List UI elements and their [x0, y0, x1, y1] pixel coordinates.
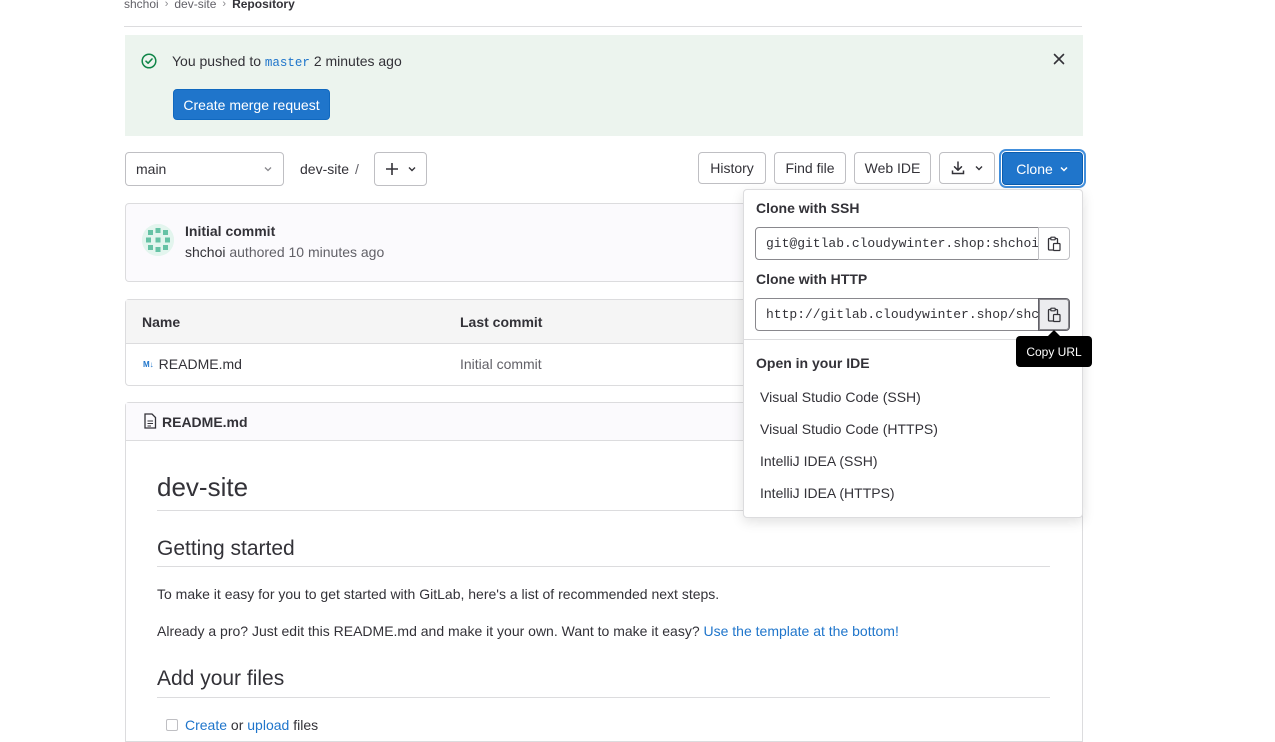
alert-message: You pushed to master 2 minutes ago — [172, 53, 402, 70]
readme-title: dev-site — [157, 472, 249, 502]
breadcrumb-item-current[interactable]: Repository — [232, 0, 295, 11]
task-item: Create or upload files — [185, 717, 318, 733]
clone-button[interactable]: Clone — [1002, 152, 1083, 185]
download-icon — [951, 161, 965, 175]
chevron-down-icon — [1060, 166, 1068, 172]
add-to-tree-dropdown[interactable] — [374, 152, 427, 186]
create-link[interactable]: Create — [185, 717, 227, 733]
ssh-url-input[interactable]: git@gitlab.cloudywinter.shop:shchoi/dev-… — [755, 227, 1039, 260]
push-alert — [125, 35, 1083, 136]
chevron-right-icon: › — [164, 0, 169, 10]
heading-divider — [157, 566, 1050, 567]
create-merge-request-button[interactable]: Create merge request — [173, 89, 330, 120]
history-button[interactable]: History — [698, 152, 766, 184]
heading-divider — [157, 697, 1050, 698]
open-in-ide-label: Open in your IDE — [756, 355, 870, 371]
readme-filename[interactable]: README.md — [162, 414, 248, 430]
clipboard-icon — [1047, 307, 1061, 322]
clone-http-label: Clone with HTTP — [756, 271, 868, 287]
commit-meta: shchoi authored 10 minutes ago — [185, 244, 384, 260]
task-text-or: or — [230, 717, 244, 733]
breadcrumb-divider — [124, 26, 1082, 27]
column-header-name: Name — [142, 314, 181, 330]
commit-meta-text: authored 10 minutes ago — [229, 244, 385, 260]
template-link[interactable]: Use the template at the bottom! — [704, 623, 899, 639]
file-name[interactable]: README.md — [159, 356, 242, 372]
path-root[interactable]: dev-site — [300, 161, 349, 177]
task-text-files: files — [293, 717, 319, 733]
file-last-commit[interactable]: Initial commit — [460, 356, 542, 372]
clone-button-label: Clone — [1016, 160, 1053, 177]
chevron-down-icon — [408, 167, 415, 172]
column-header-last-commit: Last commit — [460, 314, 543, 330]
heading-add-your-files: Add your files — [157, 667, 285, 690]
http-url-input[interactable]: http://gitlab.cloudywinter.shop/shchoi/d… — [755, 298, 1039, 331]
readme-paragraph-text: Already a pro? Just edit this README.md … — [157, 623, 700, 639]
commit-author[interactable]: shchoi — [185, 244, 225, 260]
alert-branch: master — [264, 56, 310, 70]
table-row[interactable]: M↓ README.md — [143, 356, 242, 372]
markdown-icon: M↓ — [143, 359, 154, 369]
chevron-down-icon — [975, 166, 983, 171]
copy-ssh-url-button[interactable] — [1038, 227, 1070, 260]
clone-ssh-label: Clone with SSH — [756, 200, 860, 216]
path-separator: / — [355, 161, 359, 177]
copy-url-tooltip: Copy URL — [1016, 336, 1092, 367]
identicon-icon — [142, 224, 174, 256]
heading-getting-started: Getting started — [157, 537, 295, 560]
readme-paragraph-pro: Already a pro? Just edit this README.md … — [157, 623, 899, 639]
close-icon[interactable] — [1051, 51, 1067, 67]
breadcrumb-item-user[interactable]: shchoi — [124, 0, 159, 11]
ide-item-vscode-ssh[interactable]: Visual Studio Code (SSH) — [760, 389, 921, 405]
task-checkbox[interactable] — [166, 719, 178, 731]
chevron-right-icon: › — [222, 0, 227, 10]
ide-item-vscode-https[interactable]: Visual Studio Code (HTTPS) — [760, 421, 938, 437]
chevron-down-icon — [264, 167, 272, 172]
check-circle-icon — [141, 53, 157, 69]
alert-text-suffix: 2 minutes ago — [313, 53, 402, 69]
ide-item-intellij-https[interactable]: IntelliJ IDEA (HTTPS) — [760, 485, 895, 501]
avatar[interactable] — [142, 224, 174, 256]
find-file-button[interactable]: Find file — [774, 152, 846, 184]
web-ide-button[interactable]: Web IDE — [854, 152, 931, 184]
breadcrumb-item-project[interactable]: dev-site — [174, 0, 216, 11]
alert-text-prefix: You pushed to — [172, 53, 262, 69]
breadcrumb: shchoi › dev-site › Repository — [124, 0, 295, 11]
clipboard-icon — [1047, 236, 1061, 251]
plus-icon — [385, 163, 398, 175]
readme-paragraph: To make it easy for you to get started w… — [157, 586, 720, 602]
commit-title[interactable]: Initial commit — [185, 223, 275, 239]
branch-select[interactable]: main — [125, 152, 284, 186]
file-icon — [144, 413, 157, 429]
upload-link[interactable]: upload — [247, 717, 289, 733]
repo-path: dev-site / — [300, 161, 359, 177]
branch-select-value: main — [136, 161, 167, 177]
copy-http-url-button[interactable] — [1038, 298, 1070, 331]
ide-item-intellij-ssh[interactable]: IntelliJ IDEA (SSH) — [760, 453, 877, 469]
download-dropdown[interactable] — [939, 152, 995, 184]
